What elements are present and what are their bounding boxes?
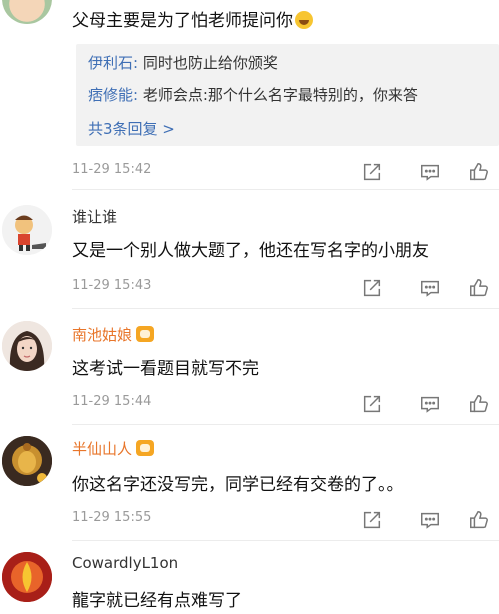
comment-button[interactable] [401,160,459,184]
reply-author[interactable]: 伊利石: [88,54,138,72]
comment-button[interactable] [401,276,459,300]
comment-author[interactable]: CowardlyL1on [72,554,178,572]
avatar[interactable] [2,321,52,371]
reply-text: 老师会点:那个什么名字最特别的，你来答 [138,86,418,104]
comment-author[interactable]: 半仙山人 [72,438,155,459]
share-button[interactable] [343,276,401,300]
laughing-emoji-icon [295,11,313,29]
reply-text: 同时也防止给你颁奖 [138,54,278,72]
comment-text: 这考试一看题目就写不完 [72,359,259,379]
comment-icon [421,164,439,181]
more-replies-link[interactable]: 共3条回复 > [88,118,175,139]
comment-actions [343,160,499,184]
comment-3: 南池姑娘 这考试一看题目就写不完 11-29 15:44 [0,318,499,428]
phoenix-avatar-icon [2,552,52,602]
comment-4: 半仙山人 你这名字还没写完，同学已经有交卷的了。。 11-29 15:55 [0,432,499,542]
comment-icon [421,512,439,529]
comment-text: 龍字就已经有点难写了 [72,591,242,611]
comment-author[interactable]: 谁让谁 [72,206,117,227]
like-icon [470,395,488,413]
avatar[interactable] [2,436,52,486]
reply-author[interactable]: 痞修能: [88,86,138,104]
share-icon [363,279,381,297]
share-button[interactable] [343,160,401,184]
vip-badge-icon [136,326,155,342]
timestamp: 11-29 15:42 [72,162,152,177]
divider [72,308,499,309]
divider [72,540,499,541]
comment-text: 又是一个别人做大题了，他还在写名字的小朋友 [72,241,429,261]
reply-item[interactable]: 痞修能: 老师会点:那个什么名字最特别的，你来答 [88,84,418,105]
buddha-avatar-icon [2,436,52,486]
portrait-avatar-icon [2,321,52,371]
comment-icon [421,280,439,297]
comment-button[interactable] [401,392,459,416]
cartoon-avatar-icon [2,205,52,255]
share-button[interactable] [343,392,401,416]
divider [72,424,499,425]
like-button[interactable] [459,392,499,416]
like-icon [470,279,488,297]
reply-item[interactable]: 伊利石: 同时也防止给你颁奖 [88,52,278,73]
like-button[interactable] [459,160,499,184]
reply-box[interactable]: 伊利石: 同时也防止给你颁奖 痞修能: 老师会点:那个什么名字最特别的，你来答 … [76,44,499,146]
like-icon [470,511,488,529]
comment-author[interactable]: 南池姑娘 [72,324,155,345]
avatar[interactable] [2,552,52,602]
comment-icon [421,396,439,413]
like-button[interactable] [459,276,499,300]
comment-5: CowardlyL1on 龍字就已经有点难写了 [0,548,499,614]
comment-actions [343,508,499,532]
comment-button[interactable] [401,508,459,532]
comment-actions [343,392,499,416]
avatar[interactable] [2,0,52,24]
timestamp: 11-29 15:43 [72,278,152,293]
share-icon [363,395,381,413]
like-button[interactable] [459,508,499,532]
like-icon [470,163,488,181]
comment-2: 谁让谁 又是一个别人做大题了，他还在写名字的小朋友 11-29 15:43 [0,200,499,310]
share-icon [363,163,381,181]
timestamp: 11-29 15:44 [72,394,152,409]
share-button[interactable] [343,508,401,532]
vip-badge-icon [136,440,155,456]
timestamp: 11-29 15:55 [72,510,152,525]
comment-1: 父母主要是为了怕老师提问你 伊利石: 同时也防止给你颁奖 痞修能: 老师会点:那… [0,0,499,190]
divider [72,189,499,190]
share-icon [363,511,381,529]
comment-text: 父母主要是为了怕老师提问你 [72,6,313,31]
comment-actions [343,276,499,300]
avatar[interactable] [2,205,52,255]
comment-text: 你这名字还没写完，同学已经有交卷的了。。 [72,475,404,495]
